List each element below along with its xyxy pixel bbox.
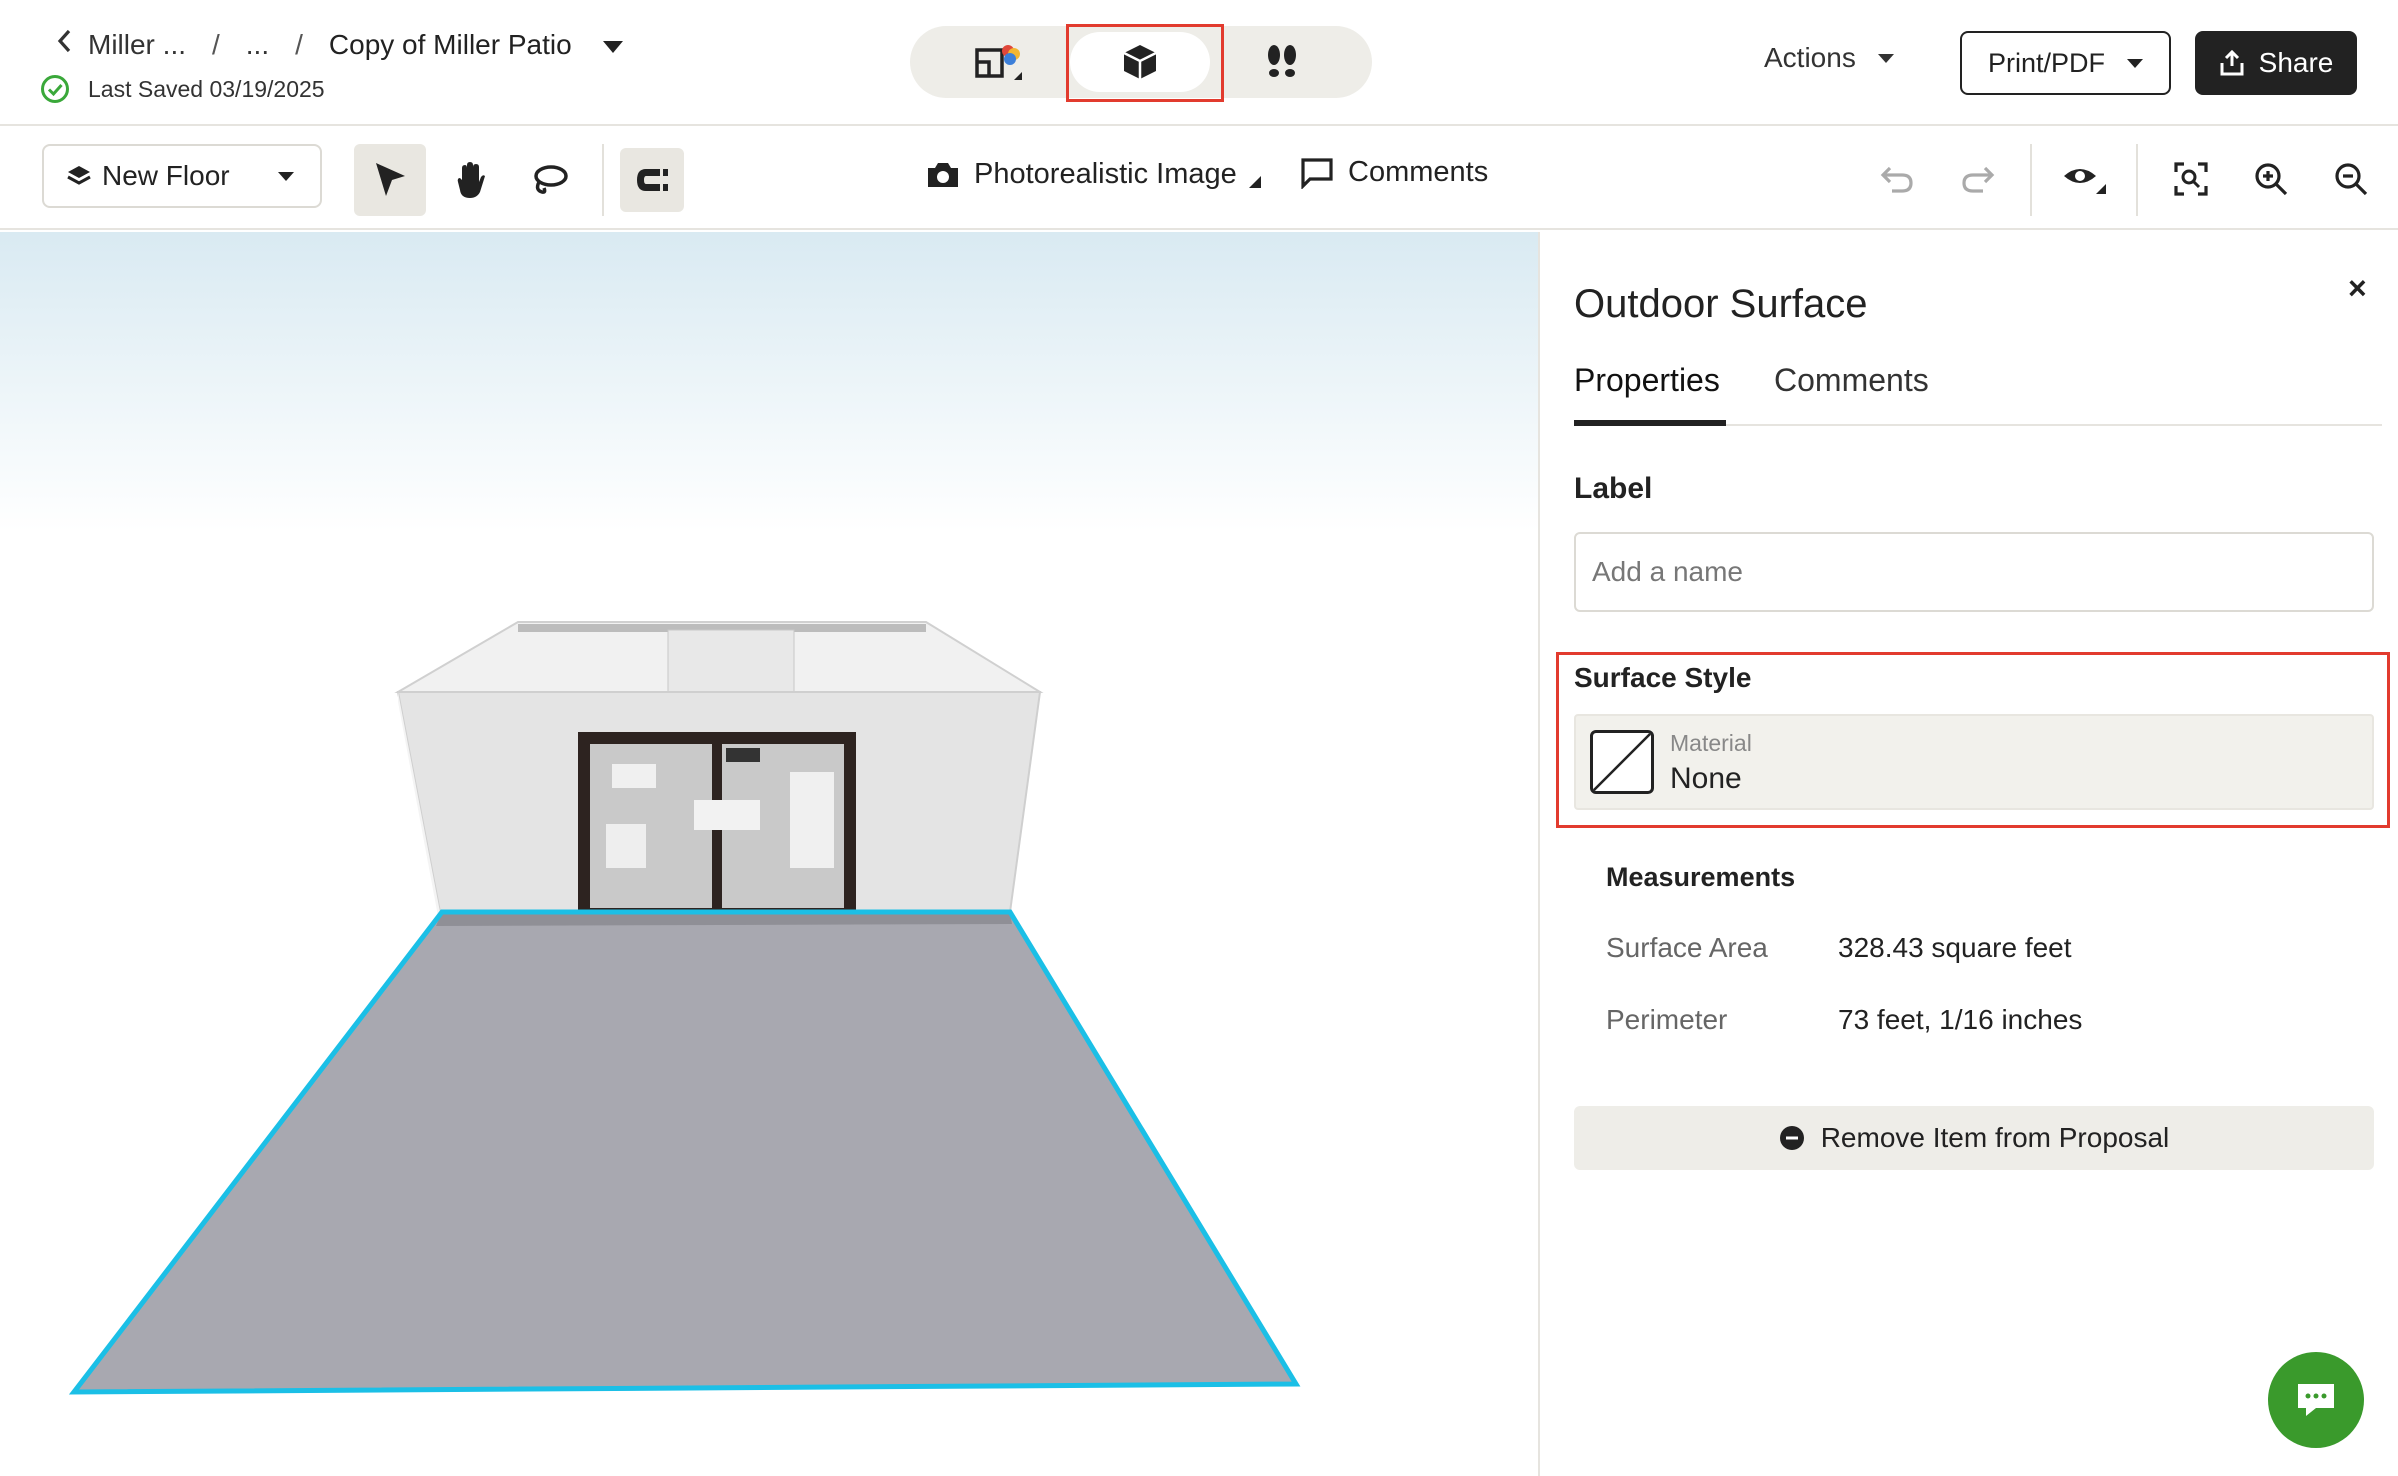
undo-button[interactable]: [1872, 154, 1922, 204]
arrow-pointer-icon: [376, 163, 405, 196]
visibility-menu-button[interactable]: [2056, 154, 2116, 204]
breadcrumb-separator: /: [295, 28, 303, 60]
panel-tabs: Properties Comments: [1574, 362, 2382, 426]
magnet-icon: [637, 169, 668, 191]
breadcrumb: Miller ... / ... / Copy of Miller Patio: [56, 28, 624, 61]
toolbar-divider: [602, 144, 604, 216]
remove-from-proposal-button[interactable]: Remove Item from Proposal: [1574, 1106, 2374, 1170]
redo-icon: [1962, 166, 1995, 193]
top-header: Miller ... / ... / Copy of Miller Patio …: [0, 0, 2398, 126]
lasso-tool-button[interactable]: [514, 144, 586, 216]
measurement-key: Surface Area: [1606, 932, 1768, 963]
remove-label: Remove Item from Proposal: [1820, 1122, 2170, 1153]
material-selector[interactable]: Material None: [1574, 714, 2374, 810]
3d-view-button[interactable]: [1070, 32, 1210, 92]
walkthrough-view-button[interactable]: [1212, 32, 1352, 92]
toolbar-divider: [2136, 144, 2138, 216]
measurement-value: 328.43 square feet: [1838, 932, 2072, 963]
share-label: Share: [2258, 47, 2334, 78]
zoom-in-button[interactable]: [2246, 154, 2296, 204]
camera-icon: [928, 162, 958, 187]
3d-box-icon: [1123, 45, 1157, 79]
lasso-icon: [534, 165, 568, 194]
photorealistic-image-button[interactable]: Photorealistic Image: [926, 158, 1261, 191]
actions-caret-icon: [1877, 53, 1894, 63]
floor-caret-icon: [277, 171, 294, 181]
layers-icon: [67, 166, 91, 185]
floor-selector-label: New Floor: [102, 160, 230, 191]
floor-plan-view-button[interactable]: [930, 32, 1070, 92]
tab-properties[interactable]: Properties: [1574, 362, 1726, 426]
print-pdf-label: Print/PDF: [1987, 47, 2106, 78]
interior-chair: [606, 824, 646, 868]
material-value: None: [1670, 762, 1742, 795]
breadcrumb-current-design[interactable]: Copy of Miller Patio: [329, 29, 572, 61]
back-fireplace: [667, 629, 795, 695]
tab-comments[interactable]: Comments: [1774, 362, 1929, 426]
comments-toolbar-label: Comments: [1348, 156, 1489, 188]
close-panel-button[interactable]: ×: [2348, 270, 2367, 307]
material-swatch-empty-icon: [1590, 730, 1654, 794]
save-status: Last Saved 03/19/2025: [40, 74, 325, 104]
fit-view-button[interactable]: [2166, 154, 2216, 204]
interior-tv: [726, 748, 760, 762]
breadcrumb-project[interactable]: Miller ...: [88, 29, 186, 61]
label-heading: Label: [1574, 472, 1653, 505]
select-tool-button[interactable]: [354, 144, 426, 216]
focus-frame-icon: [2174, 162, 2208, 196]
saved-check-icon: [41, 75, 69, 103]
floor-selector[interactable]: New Floor: [42, 144, 322, 208]
floor-plan-icon: [975, 45, 1022, 80]
back-chevron-icon[interactable]: [56, 28, 74, 61]
measurement-row-surface-area: Surface Area 328.43 square feet: [1606, 932, 2072, 964]
measurements-heading: Measurements: [1606, 862, 1796, 892]
3d-viewport[interactable]: [0, 232, 1538, 1476]
breadcrumb-ellipsis[interactable]: ...: [246, 29, 269, 61]
print-caret-icon: [2127, 58, 2144, 68]
breadcrumb-separator: /: [212, 28, 220, 60]
walkthrough-footsteps-icon: [1268, 45, 1296, 77]
measurement-value: 73 feet, 1/16 inches: [1838, 1004, 2083, 1035]
actions-menu[interactable]: Actions: [1764, 42, 1894, 74]
print-pdf-button[interactable]: Print/PDF: [1960, 31, 2171, 95]
minus-circle-icon: [1779, 1126, 1804, 1150]
actions-label: Actions: [1764, 42, 1856, 73]
share-button[interactable]: Share: [2195, 31, 2357, 95]
hand-icon: [457, 162, 485, 198]
panel-title: Outdoor Surface: [1574, 282, 1868, 326]
editor-toolbar: New Floor Photorealistic Image Comments: [0, 128, 2398, 230]
view-mode-toggle: [910, 26, 1372, 98]
undo-icon: [1880, 166, 1913, 193]
toolbar-divider: [2030, 144, 2032, 216]
label-name-input[interactable]: Add a name: [1574, 532, 2374, 612]
scene-canvas: [68, 621, 1301, 1395]
zoom-out-button[interactable]: [2326, 154, 2376, 204]
chat-bubble-icon: [2298, 1384, 2334, 1416]
interior-sofa: [790, 772, 834, 868]
design-dropdown-caret-icon[interactable]: [602, 29, 624, 61]
interior-table: [612, 764, 656, 788]
corner-caret-icon: [1248, 175, 1261, 188]
zoom-in-icon: [2255, 163, 2288, 196]
material-label: Material: [1670, 730, 1752, 756]
share-upload-icon: [2220, 49, 2244, 76]
chat-support-button[interactable]: [2268, 1352, 2364, 1448]
comment-bubble-icon: [1301, 157, 1333, 189]
eye-icon: [2064, 169, 2106, 194]
measurement-key: Perimeter: [1606, 1004, 1728, 1035]
photorealistic-label: Photorealistic Image: [974, 158, 1237, 190]
comments-toolbar-button[interactable]: Comments: [1300, 156, 1488, 189]
last-saved-text: Last Saved 03/19/2025: [88, 75, 325, 102]
surface-style-heading: Surface Style: [1574, 662, 1752, 693]
measurement-row-perimeter: Perimeter 73 feet, 1/16 inches: [1606, 1004, 2082, 1036]
redo-button[interactable]: [1953, 154, 2003, 204]
zoom-out-icon: [2335, 163, 2368, 196]
properties-panel: Outdoor Surface × Properties Comments La…: [1538, 232, 2398, 1476]
pan-tool-button[interactable]: [434, 144, 506, 216]
interior-coffee-table: [694, 800, 760, 830]
snap-magnet-button[interactable]: [620, 148, 684, 212]
